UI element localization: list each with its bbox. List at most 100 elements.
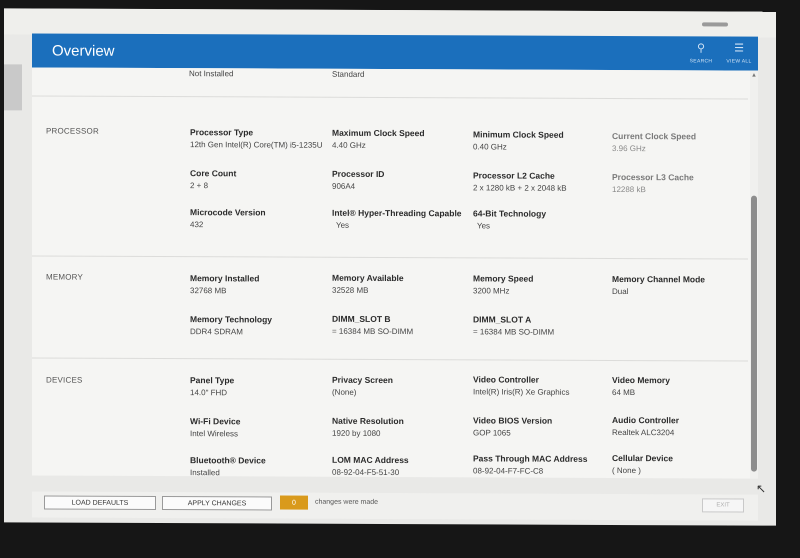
section-label: PROCESSOR — [46, 126, 99, 136]
field-label: Memory Available — [332, 272, 404, 284]
field-value: 64 MB — [612, 387, 636, 398]
field-label: Wi-Fi Device — [190, 416, 241, 427]
field-value: = 16384 MB SO-DIMM — [473, 327, 555, 337]
field-processor-id: Processor ID 906A4 — [332, 169, 467, 192]
field-memory-installed: Memory Installed 32768 MB — [190, 273, 325, 296]
field-label: Pass Through MAC Address — [473, 453, 588, 464]
field-label: Native Resolution — [332, 415, 404, 427]
field-label: Memory Installed — [190, 273, 260, 284]
field-value: 08-92-04-F7-FC-C8 — [473, 466, 544, 476]
field-value: 2 x 1280 kB + 2 x 2048 kB — [473, 183, 567, 193]
devices-section: DEVICES Panel Type 14.0" FHD Privacy Scr… — [32, 373, 748, 477]
list-icon: ☰ — [734, 42, 744, 55]
field-hyperthreading: Intel® Hyper-Threading Capable Yes — [332, 208, 477, 231]
field-value: 432 — [190, 220, 204, 230]
field-label: Processor Type — [190, 127, 254, 138]
field-label: Panel Type — [190, 375, 235, 386]
search-label: SEARCH — [689, 58, 713, 65]
scrollbar[interactable]: ▲ — [750, 70, 758, 479]
page-title: Overview — [52, 42, 115, 60]
monitor-bezel: Overview ⚲ SEARCH ☰ VIEW ALL ▲ Not Insta… — [0, 0, 800, 558]
field-memory-available: Memory Available 32528 MB — [332, 273, 467, 296]
field-native-resolution: Native Resolution 1920 by 1080 — [332, 416, 467, 439]
field-panel-type: Panel Type 14.0" FHD — [190, 375, 325, 398]
field-microcode: Microcode Version 432 — [190, 207, 325, 230]
field-label: Memory Speed — [473, 273, 534, 284]
footer-bar: LOAD DEFAULTS APPLY CHANGES 0 changes we… — [32, 491, 758, 521]
overview-header: Overview ⚲ SEARCH ☰ VIEW ALL — [32, 33, 758, 71]
field-value: Standard — [332, 69, 365, 79]
overview-content[interactable]: ▲ Not Installed Standard PROCESSOR Proce… — [32, 67, 758, 479]
field-value: Realtek ALC3204 — [612, 427, 675, 438]
section-divider — [32, 357, 748, 362]
field-value: 4.40 GHz — [332, 140, 366, 150]
scroll-up-icon[interactable]: ▲ — [750, 73, 758, 79]
partial-field-1: Not Installed — [189, 67, 324, 78]
field-video-memory: Video Memory 64 MB — [612, 375, 747, 398]
processor-section: PROCESSOR Processor Type 12th Gen Intel(… — [32, 124, 748, 230]
field-processor-type: Processor Type 12th Gen Intel(R) Core(TM… — [190, 127, 325, 150]
field-label: Memory Technology — [190, 314, 273, 325]
field-label: 64-Bit Technology — [473, 208, 547, 219]
view-all-button[interactable]: ☰ VIEW ALL — [720, 36, 758, 70]
field-max-clock: Maximum Clock Speed 4.40 GHz — [332, 128, 467, 151]
field-value: 12th Gen Intel(R) Core(TM) i5-1235U — [190, 140, 323, 150]
section-label: MEMORY — [46, 272, 84, 282]
view-all-label: VIEW ALL — [726, 58, 752, 65]
field-value: (None) — [332, 387, 357, 397]
field-core-count: Core Count 2 + 8 — [190, 168, 325, 191]
field-label: Privacy Screen — [332, 374, 393, 386]
window-controls — [702, 22, 728, 27]
load-defaults-button[interactable]: LOAD DEFAULTS — [44, 495, 156, 510]
field-label: DIMM_SLOT A — [473, 314, 532, 325]
field-value: DDR4 SDRAM — [190, 327, 243, 337]
field-value: 3200 MHz — [473, 286, 510, 296]
field-value: 14.0" FHD — [190, 388, 228, 398]
field-value: Dual — [612, 286, 629, 297]
field-memory-channel: Memory Channel Mode Dual — [612, 274, 747, 297]
apply-changes-button[interactable]: APPLY CHANGES — [162, 496, 272, 511]
field-value: 3.96 GHz — [612, 143, 646, 154]
field-value: 1920 by 1080 — [332, 428, 381, 438]
field-label: Microcode Version — [190, 207, 266, 218]
field-dimm-slot-b: DIMM_SLOT B = 16384 MB SO-DIMM — [332, 314, 467, 337]
field-dimm-slot-a: DIMM_SLOT A = 16384 MB SO-DIMM — [473, 314, 608, 337]
field-value: 12288 kB — [612, 184, 646, 195]
field-value: Intel(R) Iris(R) Xe Graphics — [473, 387, 570, 397]
left-nav-edge — [4, 64, 22, 111]
scrollbar-thumb[interactable] — [751, 195, 757, 472]
search-button[interactable]: ⚲ SEARCH — [682, 36, 720, 70]
field-label: Video BIOS Version — [473, 415, 553, 426]
field-label: Core Count — [190, 168, 237, 179]
field-memory-technology: Memory Technology DDR4 SDRAM — [190, 314, 325, 337]
field-label: Memory Channel Mode — [612, 273, 706, 285]
field-passthrough-mac: Pass Through MAC Address 08-92-04-F7-FC-… — [473, 453, 613, 476]
bios-screen: Overview ⚲ SEARCH ☰ VIEW ALL ▲ Not Insta… — [4, 8, 776, 526]
field-label: Maximum Clock Speed — [332, 127, 425, 139]
section-divider — [32, 255, 748, 260]
field-64bit: 64-Bit Technology Yes — [473, 208, 608, 231]
field-label: Video Memory — [612, 374, 670, 386]
field-cellular-device: Cellular Device ( None ) — [612, 453, 747, 476]
field-wifi-device: Wi-Fi Device Intel Wireless — [190, 416, 325, 439]
field-value: Intel Wireless — [190, 429, 239, 439]
field-value: GOP 1065 — [473, 428, 511, 438]
field-value: Yes — [336, 220, 350, 230]
field-l3-cache: Processor L3 Cache 12288 kB — [612, 172, 747, 195]
field-label: DIMM_SLOT B — [332, 313, 391, 325]
field-label: Video Controller — [473, 374, 539, 385]
field-min-clock: Minimum Clock Speed 0.40 GHz — [473, 129, 608, 152]
field-value: ( None ) — [612, 465, 641, 476]
field-label: Processor ID — [332, 168, 385, 179]
field-value: Not Installed — [189, 69, 234, 79]
field-video-controller: Video Controller Intel(R) Iris(R) Xe Gra… — [473, 374, 608, 397]
section-label: DEVICES — [46, 375, 83, 385]
exit-button[interactable]: EXIT — [702, 498, 744, 513]
field-label: Bluetooth® Device — [190, 455, 266, 466]
change-count-badge: 0 — [280, 495, 308, 510]
mouse-cursor-icon: ↖ — [756, 481, 767, 496]
field-label: Processor L3 Cache — [612, 171, 694, 183]
field-current-clock: Current Clock Speed 3.96 GHz — [612, 131, 747, 154]
field-privacy-screen: Privacy Screen (None) — [332, 375, 467, 398]
field-label: Current Clock Speed — [612, 130, 697, 142]
